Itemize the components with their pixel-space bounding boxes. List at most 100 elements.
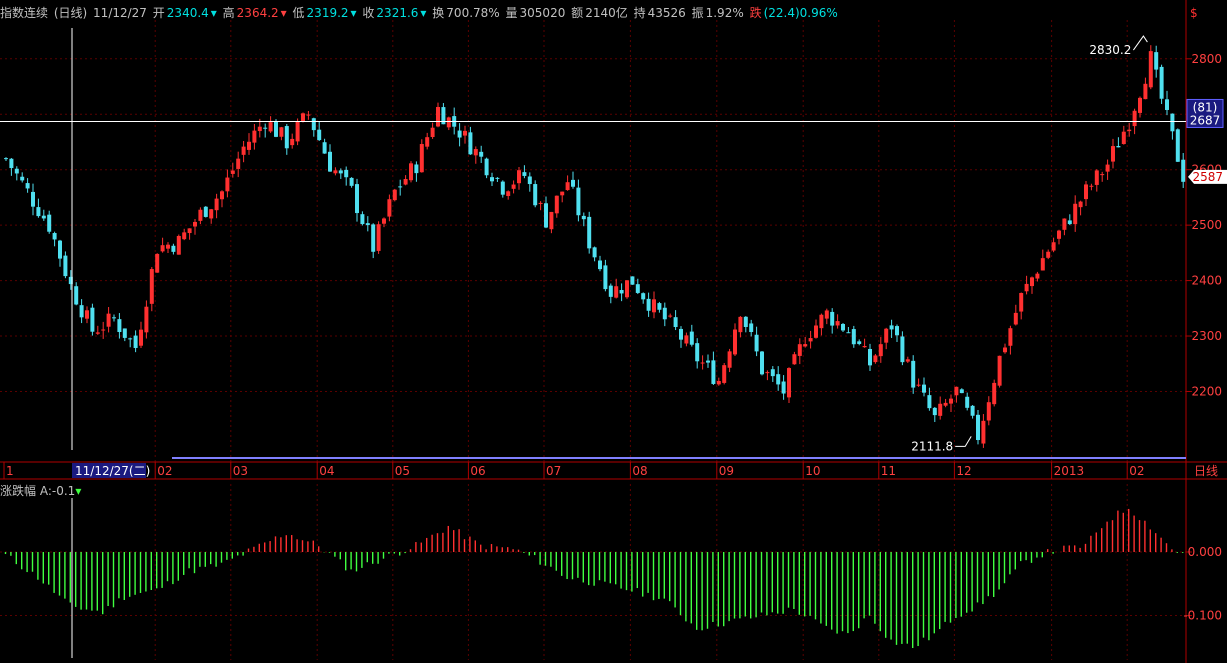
candle-up [182,232,187,240]
candle-down [592,247,597,258]
candle-down [608,285,613,297]
candle-up [873,355,878,363]
candle-down [484,158,489,176]
candle-down [587,216,592,249]
candle-up [905,359,910,362]
candle-up [230,170,235,174]
candle-up [403,179,408,185]
osc-tick-label: -0.100 [1183,609,1222,623]
month-label: 09 [719,464,734,478]
candle-down [128,338,133,340]
candle-down [495,177,500,179]
turnover-value: 700.78% [446,6,500,20]
candle-up [565,182,570,191]
candle-up [473,149,478,156]
sub-indicator-value: A:-0.1 [39,484,76,498]
candle-up [1003,347,1007,353]
candle-up [992,382,997,405]
candle-down [328,151,332,172]
candle-down [544,203,548,228]
candle-up [803,344,808,347]
candle-up [236,158,241,169]
candle-up [765,372,770,374]
candle-down [857,341,862,344]
candle-up [814,325,818,338]
candle-up [301,113,305,121]
candle-down [398,186,403,188]
candle-down [1067,220,1072,225]
candle-up [916,384,921,386]
candle-down [355,184,359,214]
crosshair-value: 2687 [1190,113,1221,127]
price-tick-label: 2500 [1191,218,1222,232]
candle-up [797,344,802,356]
high-value: 2364.2 [236,6,279,20]
candle-up [425,137,430,147]
candle-down [754,334,759,352]
currency-icon[interactable]: $ [1190,6,1198,20]
candle-down [457,130,462,138]
change-value: (22.4)0.96% [763,6,838,20]
month-label: 06 [470,464,485,478]
candle-up [538,202,543,204]
candle-down [9,158,14,169]
candle-down [630,276,635,285]
candle-down [533,184,538,206]
price-tick-label: 2400 [1191,274,1222,288]
candle-up [176,235,181,255]
candle-down [344,169,349,178]
candle-down [4,158,8,160]
candle-down [338,170,343,174]
month-label: 04 [319,464,334,478]
candle-down [1154,52,1159,70]
candle-down [889,325,894,330]
open-interest-label: 持 [633,6,646,20]
candle-down [203,206,208,217]
candle-down [922,384,926,393]
candle-down [133,335,138,348]
candle-up [430,127,435,138]
header-info: 指数连续 (日线) 11/12/27 开 2340.4 ▾ 高 2364.2 ▾ 低 23… [0,4,840,20]
low-down-arrow-icon: ▾ [350,6,357,20]
candle-down [932,407,937,416]
low-annotation-line [955,436,972,447]
sub-indicator-info: 涨跌幅 A:-0.1▾ [0,482,81,498]
candle-down [749,323,754,333]
candle-up [824,310,829,319]
candle-up [333,170,338,174]
candle-up [549,211,554,230]
candle-up [727,351,732,368]
month-label: 11 [881,464,896,478]
candle-up [1127,129,1132,132]
candle-up [1132,110,1137,127]
candle-up [187,228,192,234]
high-annotation-line [1132,35,1148,51]
candle-up [290,138,295,146]
candle-up [652,299,656,313]
close-value: 2321.6 [376,6,419,20]
candle-up [614,286,619,298]
bar-date: 11/12/27 [93,6,147,20]
high-annotation: 2830.2 [1089,43,1131,57]
volume-value: 305020 [519,6,566,20]
candle-up [247,141,251,150]
month-label: 08 [632,464,647,478]
candle-down [635,284,640,293]
candle-up [808,338,813,342]
candle-down [841,324,845,331]
candle-down [868,348,872,366]
candle-down [900,336,905,363]
candle-up [149,269,154,304]
candle-down [781,381,786,394]
candle-up [387,199,392,217]
candle-up [95,332,100,334]
candle-up [949,398,953,404]
candle-up [1073,203,1078,225]
candle-up [700,362,705,364]
candle-up [155,253,160,273]
candle-up [279,127,284,137]
candle-down [706,360,710,363]
candle-up [1013,312,1018,325]
candle-down [112,317,116,319]
candle-up [1111,146,1115,162]
